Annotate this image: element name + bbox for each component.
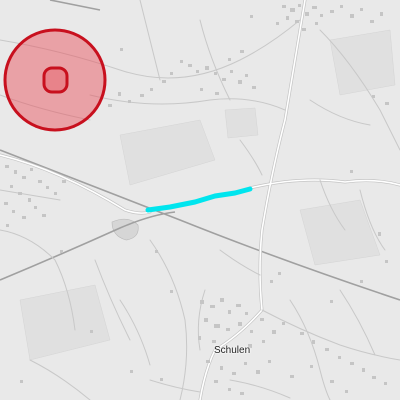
target-circle-icon[interactable] [3,28,107,132]
map-canvas[interactable]: Schulen [0,0,400,400]
basemap [0,0,400,400]
